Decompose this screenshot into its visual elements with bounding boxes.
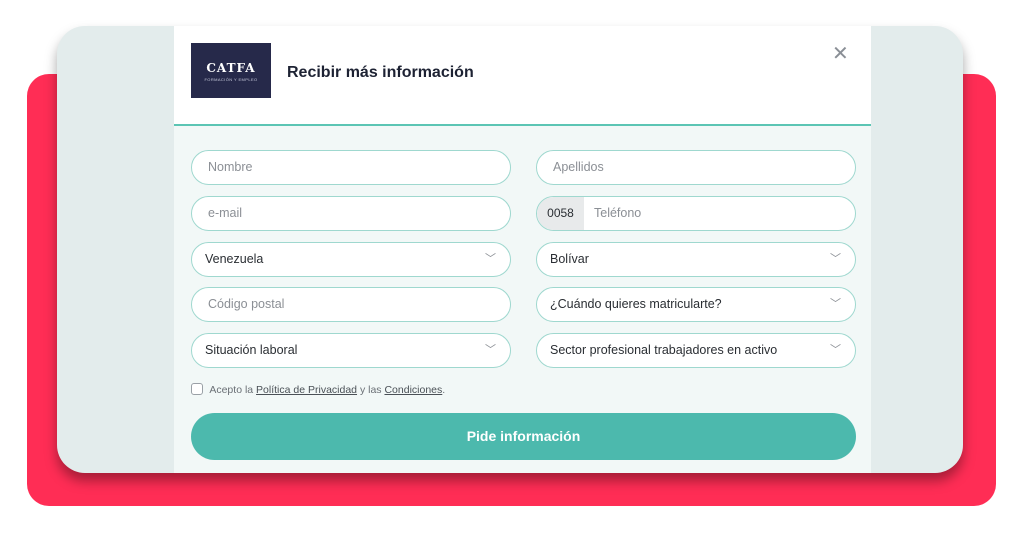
consent-middle: y las [359,384,382,396]
telefono-field[interactable]: 0058 Teléfono [536,196,856,231]
email-field[interactable]: e-mail [191,196,511,231]
email-placeholder: e-mail [208,206,243,220]
telefono-placeholder: Teléfono [594,206,642,220]
codigo-postal-placeholder: Código postal [208,297,285,311]
phone-prefix: 0058 [537,197,584,230]
chevron-down-icon: ﹀ [485,253,496,265]
nombre-field[interactable]: Nombre [191,150,511,185]
submit-button[interactable]: Pide información [191,413,856,460]
situacion-laboral-select[interactable]: Situación laboral ﹀ [191,333,511,368]
situacion-value: Situación laboral [205,343,298,357]
sector-profesional-select[interactable]: Sector profesional trabajadores en activ… [536,333,856,368]
sector-value: Sector profesional trabajadores en activ… [550,343,778,357]
nombre-placeholder: Nombre [208,160,253,174]
pais-select[interactable]: Venezuela ﹀ [191,242,511,277]
consent-suffix: . [442,384,446,396]
codigo-postal-field[interactable]: Código postal [191,287,511,322]
conditions-link[interactable]: Condiciones [384,384,442,396]
modal-title: Recibir más información [287,64,474,81]
pais-value: Venezuela [205,252,264,266]
chevron-down-icon: ﹀ [485,344,496,356]
matricula-select[interactable]: ¿Cuándo quieres matricularte? ﹀ [536,287,856,322]
close-icon[interactable]: ✕ [832,44,849,64]
consent-row: Acepto la Política de Privacidad y las C… [191,383,445,397]
chevron-down-icon: ﹀ [830,253,841,265]
chevron-down-icon: ﹀ [830,344,841,356]
estado-value: Bolívar [550,252,589,266]
privacy-policy-link[interactable]: Política de Privacidad [256,384,357,396]
consent-checkbox[interactable] [191,383,203,395]
apellidos-placeholder: Apellidos [553,160,604,174]
consent-prefix: Acepto la [209,384,254,396]
logo-tagline: FORMACIÓN Y EMPLEO [204,77,258,82]
estado-select[interactable]: Bolívar ﹀ [536,242,856,277]
info-request-modal: CATFA FORMACIÓN Y EMPLEO Recibir más inf… [174,26,871,473]
catfa-logo: CATFA FORMACIÓN Y EMPLEO [191,43,271,98]
apellidos-field[interactable]: Apellidos [536,150,856,185]
browser-window: CATFA FORMACIÓN Y EMPLEO Recibir más inf… [57,26,963,473]
modal-header: CATFA FORMACIÓN Y EMPLEO Recibir más inf… [174,26,871,126]
logo-brand: CATFA [206,61,256,75]
matricula-value: ¿Cuándo quieres matricularte? [550,297,722,311]
chevron-down-icon: ﹀ [830,298,841,310]
